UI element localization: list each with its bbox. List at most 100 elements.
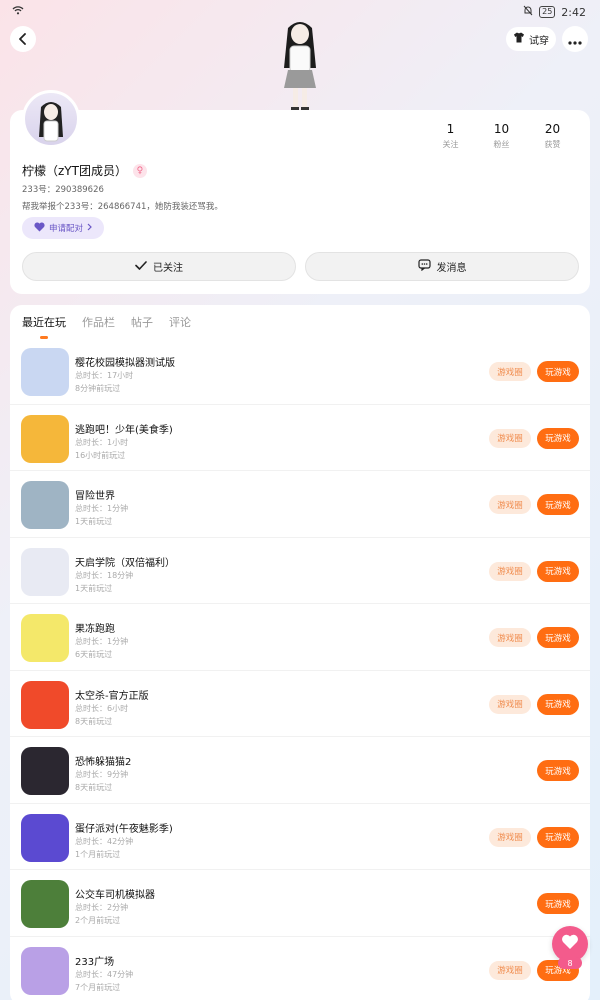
game-list-item[interactable]: 樱花校园模拟器测试版 总时长：17小时 8分钟前玩过 游戏圈 玩游戏 <box>10 338 590 405</box>
apply-pair-label: 申请配对 <box>48 224 83 234</box>
stat-value: 10 <box>493 122 510 136</box>
game-circle-button[interactable]: 游戏圈 <box>489 628 531 647</box>
stat-value: 20 <box>544 122 561 136</box>
play-game-button[interactable]: 玩游戏 <box>537 893 579 914</box>
play-game-button[interactable]: 玩游戏 <box>537 760 579 781</box>
game-circle-button[interactable]: 游戏圈 <box>489 960 531 980</box>
try-on-button[interactable]: 试穿 <box>506 27 556 51</box>
like-count-badge: 8 <box>558 957 582 969</box>
game-icon[interactable] <box>21 614 69 662</box>
play-game-button[interactable]: 玩游戏 <box>537 627 579 648</box>
game-circle-button[interactable]: 游戏圈 <box>489 694 531 714</box>
chevron-left-icon <box>18 30 28 49</box>
wifi-icon <box>12 5 24 18</box>
game-duration: 总时长：1分钟 <box>75 637 129 646</box>
game-icon[interactable] <box>21 747 69 795</box>
game-name: 果冻跑跑 <box>75 624 115 635</box>
followed-button[interactable]: 已关注 <box>22 252 296 281</box>
user-id: 233号：290389626 <box>22 185 104 195</box>
play-game-button[interactable]: 玩游戏 <box>537 826 579 848</box>
apply-pair-button[interactable]: 申请配对 <box>22 217 104 239</box>
game-circle-button[interactable]: 游戏圈 <box>489 495 531 514</box>
game-name: 公交车司机模拟器 <box>75 890 155 901</box>
game-last-played: 16小时前玩过 <box>75 450 126 460</box>
tab-posts[interactable]: 帖子 <box>131 314 153 330</box>
stat-likes[interactable]: 20 获赞 <box>527 122 578 150</box>
message-icon <box>417 259 431 274</box>
character-avatar-figure <box>270 18 330 113</box>
game-name: 太空杀-官方正版 <box>75 690 149 702</box>
followed-label: 已关注 <box>153 263 183 274</box>
game-list-item[interactable]: 冒险世界 总时长：1分钟 1天前玩过 游戏圈 玩游戏 <box>10 471 590 538</box>
game-circle-button[interactable]: 游戏圈 <box>489 428 531 448</box>
game-icon[interactable] <box>21 813 69 862</box>
game-duration: 总时长：2分钟 <box>75 903 129 912</box>
game-list-item[interactable]: 233广场 总时长：47分钟 7个月前玩过 游戏圈 玩游戏 <box>10 937 590 1000</box>
tab-recently-played[interactable]: 最近在玩 <box>22 314 66 339</box>
game-circle-button[interactable]: 游戏圈 <box>489 561 531 581</box>
user-bio: 帮我举报个233号：264866741，她防我装还骂我。 <box>22 202 223 212</box>
stat-following[interactable]: 1 关注 <box>425 122 476 150</box>
game-list-item[interactable]: 太空杀-官方正版 总时长：6小时 8天前玩过 游戏圈 玩游戏 <box>10 671 590 737</box>
content-card: 最近在玩 作品栏 帖子 评论 樱花校园模拟器测试版 总时长：17小时 8分钟前玩过游… <box>10 305 590 1000</box>
play-game-button[interactable]: 玩游戏 <box>537 427 579 449</box>
game-last-played: 7个月前玩过 <box>75 982 121 992</box>
game-last-played: 6天前玩过 <box>75 650 113 659</box>
game-duration: 总时长：1小时 <box>75 437 129 447</box>
stat-label: 获赞 <box>544 140 561 149</box>
game-circle-button[interactable]: 游戏圈 <box>489 827 531 847</box>
game-name: 233广场 <box>75 956 115 968</box>
game-name: 恐怖躲猫猫2 <box>75 757 132 768</box>
game-list-item[interactable]: 蛋仔派对(午夜魅影季) 总时长：42分钟 1个月前玩过 游戏圈 玩游戏 <box>10 804 590 870</box>
profile-tabs: 最近在玩 作品栏 帖子 评论 <box>22 314 191 339</box>
game-icon[interactable] <box>21 348 69 396</box>
game-duration: 总时长：42分钟 <box>75 836 134 846</box>
tab-comments[interactable]: 评论 <box>169 314 191 330</box>
game-circle-button[interactable]: 游戏圈 <box>489 362 531 381</box>
stat-followers[interactable]: 10 粉丝 <box>476 122 527 150</box>
game-list-item[interactable]: 逃跑吧！少年(美食季) 总时长：1小时 16小时前玩过 游戏圈 玩游戏 <box>10 405 590 471</box>
game-icon[interactable] <box>21 680 69 729</box>
game-icon[interactable] <box>21 481 69 529</box>
play-game-button[interactable]: 玩游戏 <box>537 693 579 715</box>
status-right: 25 2:42 <box>523 5 586 19</box>
play-game-button[interactable]: 玩游戏 <box>537 361 579 382</box>
game-icon[interactable] <box>21 547 69 596</box>
game-duration: 总时长：47分钟 <box>75 969 134 979</box>
female-gender-icon: ♀ <box>132 163 147 178</box>
game-last-played: 2个月前玩过 <box>75 916 121 925</box>
game-last-played: 1天前玩过 <box>75 583 113 593</box>
game-duration: 总时长：9分钟 <box>75 770 129 779</box>
back-button[interactable] <box>10 26 36 52</box>
clock: 2:42 <box>561 5 586 19</box>
tshirt-icon <box>513 32 525 46</box>
game-last-played: 1个月前玩过 <box>75 849 121 859</box>
game-duration: 总时长：1分钟 <box>75 504 129 513</box>
game-name: 逃跑吧！少年(美食季) <box>75 424 173 436</box>
battery-indicator: 25 <box>539 6 556 18</box>
game-list-item[interactable]: 天启学院（双倍福利） 总时长：18分钟 1天前玩过 游戏圈 玩游戏 <box>10 538 590 604</box>
username-row: 柠檬（zYT团成员） ♀ <box>22 162 147 179</box>
game-name: 蛋仔派对(午夜魅影季) <box>75 823 173 835</box>
send-message-label: 发消息 <box>436 263 467 274</box>
send-message-button[interactable]: 发消息 <box>305 252 579 281</box>
game-list-item[interactable]: 公交车司机模拟器 总时长：2分钟 2个月前玩过 玩游戏 <box>10 870 590 937</box>
game-duration: 总时长：17小时 <box>75 371 134 380</box>
game-icon[interactable] <box>21 414 69 463</box>
game-last-played: 8分钟前玩过 <box>75 384 121 393</box>
game-name: 冒险世界 <box>75 491 115 502</box>
chevron-right-icon <box>87 223 92 234</box>
play-game-button[interactable]: 玩游戏 <box>537 560 579 582</box>
username: 柠檬（zYT团成员） <box>22 164 127 178</box>
game-icon[interactable] <box>21 880 69 928</box>
game-list-item[interactable]: 果冻跑跑总时长：1分钟 6天前玩过 游戏圈 玩游戏 <box>10 604 590 671</box>
avatar[interactable] <box>22 90 80 148</box>
profile-stats: 1 关注 10 粉丝 20 获赞 <box>425 122 578 150</box>
more-options-button[interactable] <box>562 26 588 52</box>
play-game-button[interactable]: 玩游戏 <box>537 494 579 515</box>
game-icon[interactable] <box>21 946 69 995</box>
heart-icon <box>34 221 45 235</box>
game-list-item[interactable]: 恐怖躲猫猫2 总时长：9分钟 8天前玩过 玩游戏 <box>10 737 590 804</box>
stat-label: 关注 <box>442 140 459 149</box>
tab-works[interactable]: 作品栏 <box>82 314 115 330</box>
